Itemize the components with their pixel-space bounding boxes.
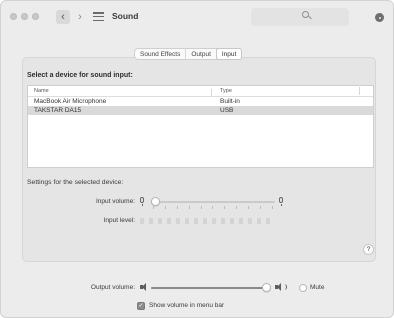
- input-level-segment: [248, 218, 252, 224]
- sound-preferences-window: ‹ › Sound Sound Effects Output Input Sel…: [0, 0, 394, 318]
- close-window-button[interactable]: [10, 13, 17, 20]
- input-level-segment: [176, 218, 180, 224]
- search-icon: [302, 11, 309, 18]
- table-row-selected[interactable]: TAKSTAR DA15 USB: [28, 106, 373, 115]
- search-field[interactable]: [251, 8, 349, 26]
- output-volume-fill: [151, 287, 266, 289]
- microphone-high-icon: [279, 197, 283, 206]
- table-header: Name Type: [28, 86, 373, 97]
- speaker-high-icon: [275, 283, 281, 291]
- table-row[interactable]: MacBook Air Microphone Built-in: [28, 97, 373, 106]
- device-type: USB: [220, 107, 234, 114]
- show-volume-in-menu-bar-checkbox[interactable]: ✓: [137, 302, 145, 310]
- input-level-segment: [140, 218, 144, 224]
- column-header-name[interactable]: Name: [28, 88, 212, 97]
- input-level-segment: [212, 218, 216, 224]
- input-volume-label: Input volume:: [95, 198, 135, 205]
- input-level-segment: [230, 218, 234, 224]
- mute-label: Mute: [310, 284, 325, 291]
- input-level-segment: [239, 218, 243, 224]
- input-level-segment: [266, 218, 270, 224]
- output-volume-slider[interactable]: [151, 283, 271, 292]
- chevron-right-icon: ›: [78, 11, 82, 23]
- device-list-heading: Select a device for sound input:: [27, 72, 133, 79]
- speaker-low-icon: [140, 283, 146, 291]
- input-level-segment: [257, 218, 261, 224]
- forward-button[interactable]: ›: [73, 10, 87, 24]
- chevron-left-icon: ‹: [61, 11, 65, 23]
- input-volume-ticks: [153, 206, 273, 209]
- minimize-window-button[interactable]: [21, 13, 28, 20]
- input-level-segment: [203, 218, 207, 224]
- gear-icon[interactable]: [375, 13, 384, 22]
- device-name: TAKSTAR DA15: [34, 107, 82, 114]
- device-type: Built-in: [220, 98, 240, 105]
- output-volume-knob[interactable]: [262, 283, 271, 292]
- output-volume-label: Output volume:: [90, 284, 135, 291]
- input-level-label: Input level:: [103, 217, 135, 224]
- input-level-segment: [149, 218, 153, 224]
- device-name: MacBook Air Microphone: [34, 98, 107, 105]
- input-level-meter: [140, 218, 270, 224]
- tab-sound-effects[interactable]: Sound Effects: [135, 49, 187, 59]
- input-level-segment: [221, 218, 225, 224]
- input-volume-knob[interactable]: [151, 197, 160, 206]
- input-level-segment: [194, 218, 198, 224]
- tab-output[interactable]: Output: [186, 49, 217, 59]
- title-bar: ‹ › Sound: [1, 1, 393, 35]
- mute-checkbox[interactable]: [299, 284, 307, 292]
- speaker-waves-icon: [282, 284, 287, 290]
- show-all-grid-icon[interactable]: [93, 12, 104, 21]
- tab-input[interactable]: Input: [216, 49, 242, 59]
- zoom-window-button[interactable]: [32, 13, 39, 20]
- tab-bar: Sound Effects Output Input: [134, 48, 243, 60]
- input-level-segment: [158, 218, 162, 224]
- input-level-segment: [185, 218, 189, 224]
- microphone-low-icon: [140, 197, 144, 206]
- input-device-table[interactable]: Name Type MacBook Air Microphone Built-i…: [27, 85, 374, 168]
- input-volume-slider[interactable]: [151, 197, 275, 206]
- back-button[interactable]: ‹: [56, 10, 70, 24]
- column-header-type[interactable]: Type: [212, 88, 362, 94]
- show-volume-in-menu-bar-label: Show volume in menu bar: [149, 302, 225, 309]
- input-level-segment: [167, 218, 171, 224]
- settings-section-label: Settings for the selected device:: [27, 179, 124, 186]
- help-button[interactable]: ?: [363, 244, 374, 255]
- window-title: Sound: [112, 11, 139, 21]
